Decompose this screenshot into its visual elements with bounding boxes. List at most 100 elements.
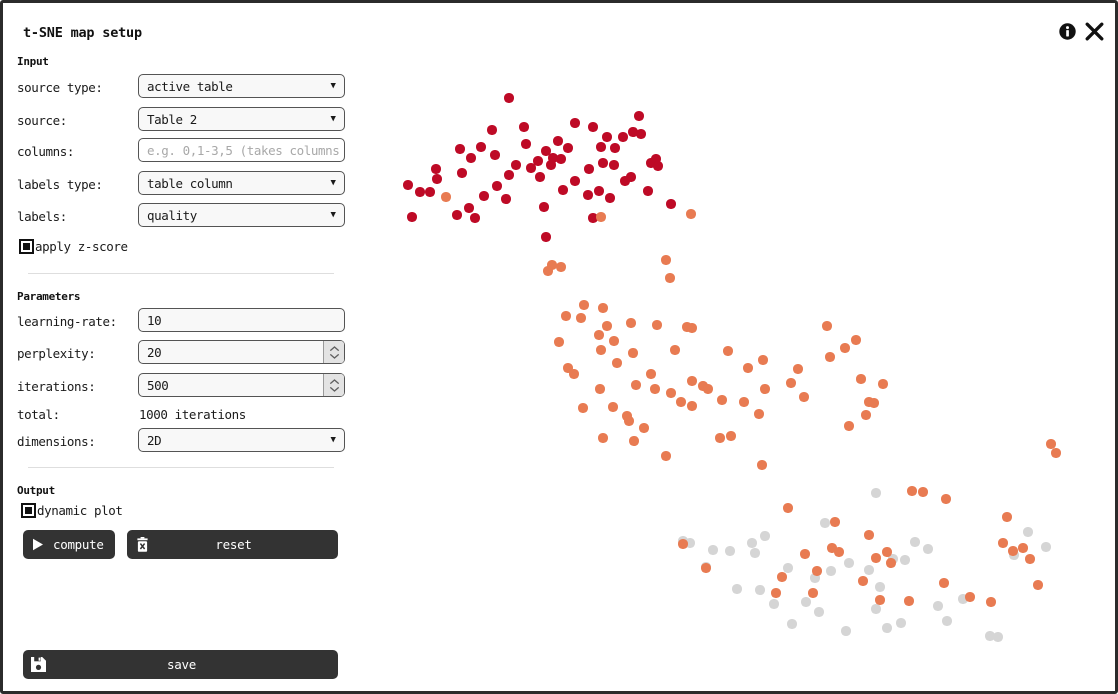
scatter-point bbox=[1033, 580, 1042, 589]
scatter-point bbox=[757, 460, 766, 469]
info-circle-icon[interactable] bbox=[1058, 22, 1077, 41]
apply-zscore-label: apply z-score bbox=[35, 239, 128, 254]
scatter-point bbox=[801, 597, 810, 606]
columns-label: columns: bbox=[17, 144, 74, 159]
scatter-point bbox=[466, 153, 475, 162]
dimensions-select[interactable]: 2D ▼ bbox=[138, 428, 345, 452]
scatter-point bbox=[634, 111, 643, 120]
scatter-point bbox=[596, 212, 605, 221]
scatter-point bbox=[856, 374, 865, 383]
scatter-point bbox=[708, 545, 717, 554]
scatter-point bbox=[612, 358, 621, 367]
tsne-scatter-plot[interactable] bbox=[361, 49, 1118, 694]
reset-button[interactable]: reset bbox=[127, 530, 338, 559]
save-button[interactable]: save bbox=[23, 650, 338, 679]
scatter-point bbox=[610, 143, 619, 152]
scatter-point bbox=[739, 397, 748, 406]
scatter-point bbox=[1041, 542, 1050, 551]
scatter-point bbox=[875, 582, 884, 591]
dynamic-plot-checkbox[interactable] bbox=[21, 503, 36, 518]
columns-input[interactable]: e.g. 0,1-3,5 (takes columns bbox=[138, 138, 345, 162]
scatter-point bbox=[747, 538, 756, 547]
scatter-point bbox=[558, 185, 567, 194]
scatter-point bbox=[539, 202, 548, 211]
title-bar: t-SNE map setup bbox=[3, 3, 1115, 51]
chevron-down-icon: ▼ bbox=[322, 81, 344, 91]
source-type-select[interactable]: active table ▼ bbox=[138, 74, 345, 98]
scatter-point bbox=[875, 595, 884, 604]
scatter-point bbox=[626, 318, 635, 327]
scatter-point bbox=[646, 369, 655, 378]
labels-value: quality bbox=[139, 208, 322, 223]
iterations-value: 500 bbox=[139, 378, 323, 393]
learning-rate-input[interactable]: 10 bbox=[138, 308, 345, 332]
scatter-point bbox=[993, 632, 1002, 641]
scatter-point bbox=[452, 210, 461, 219]
scatter-point bbox=[639, 423, 648, 432]
scatter-point bbox=[933, 601, 942, 610]
scatter-point bbox=[570, 118, 579, 127]
scatter-point bbox=[830, 517, 839, 526]
scatter-point bbox=[541, 232, 550, 241]
scatter-point bbox=[783, 563, 792, 572]
scatter-point bbox=[965, 592, 974, 601]
apply-zscore-row[interactable]: apply z-score bbox=[19, 239, 128, 254]
scatter-point bbox=[631, 380, 640, 389]
scatter-point bbox=[526, 163, 535, 172]
close-x-icon[interactable] bbox=[1084, 21, 1105, 42]
scatter-point bbox=[432, 174, 441, 183]
scatter-point bbox=[666, 199, 675, 208]
scatter-point bbox=[563, 143, 572, 152]
scatter-point bbox=[825, 352, 834, 361]
scatter-point bbox=[814, 607, 823, 616]
scatter-point bbox=[787, 619, 796, 628]
apply-zscore-checkbox[interactable] bbox=[19, 239, 34, 254]
scatter-point bbox=[834, 547, 843, 556]
scatter-point bbox=[986, 597, 995, 606]
scatter-point bbox=[504, 170, 513, 179]
iterations-stepper[interactable]: 500 bbox=[138, 373, 345, 397]
scatter-point bbox=[511, 160, 520, 169]
scatter-point bbox=[755, 585, 764, 594]
scatter-point bbox=[715, 433, 724, 442]
compute-button[interactable]: compute bbox=[23, 530, 115, 559]
scatter-point bbox=[687, 401, 696, 410]
labels-type-select[interactable]: table column ▼ bbox=[138, 171, 345, 195]
scatter-point bbox=[584, 164, 593, 173]
page-title: t-SNE map setup bbox=[23, 25, 142, 41]
learning-rate-value: 10 bbox=[139, 313, 344, 328]
scatter-point bbox=[1025, 554, 1034, 563]
perplexity-value: 20 bbox=[139, 345, 323, 360]
scatter-point bbox=[535, 172, 544, 181]
chevron-down-icon: ▼ bbox=[322, 178, 344, 188]
scatter-point bbox=[594, 186, 603, 195]
perplexity-spinner-arrows[interactable] bbox=[323, 341, 344, 363]
scatter-point bbox=[598, 158, 607, 167]
scatter-point bbox=[553, 136, 562, 145]
scatter-point bbox=[628, 348, 637, 357]
settings-panel: Input source type: active table ▼ source… bbox=[3, 49, 361, 694]
iterations-spinner-arrows[interactable] bbox=[323, 374, 344, 396]
source-select[interactable]: Table 2 ▼ bbox=[138, 107, 345, 131]
scatter-point bbox=[871, 488, 880, 497]
reset-button-label: reset bbox=[157, 537, 338, 552]
source-value: Table 2 bbox=[139, 112, 322, 127]
scatter-point bbox=[864, 530, 873, 539]
scatter-point bbox=[554, 337, 563, 346]
learning-rate-label: learning-rate: bbox=[17, 314, 117, 329]
dynamic-plot-row[interactable]: dynamic plot bbox=[21, 503, 123, 518]
scatter-point bbox=[546, 160, 555, 169]
labels-select[interactable]: quality ▼ bbox=[138, 203, 345, 227]
scatter-point bbox=[457, 168, 466, 177]
perplexity-stepper[interactable]: 20 bbox=[138, 340, 345, 364]
scatter-point bbox=[431, 164, 440, 173]
floppy-disk-icon bbox=[23, 656, 53, 673]
scatter-point bbox=[793, 364, 802, 373]
source-type-value: active table bbox=[139, 79, 322, 94]
scatter-point bbox=[490, 150, 499, 159]
scatter-point bbox=[1002, 512, 1011, 521]
scatter-point bbox=[840, 343, 849, 352]
scatter-point bbox=[441, 192, 450, 201]
scatter-point bbox=[556, 154, 565, 163]
input-section-heading: Input bbox=[17, 55, 49, 68]
